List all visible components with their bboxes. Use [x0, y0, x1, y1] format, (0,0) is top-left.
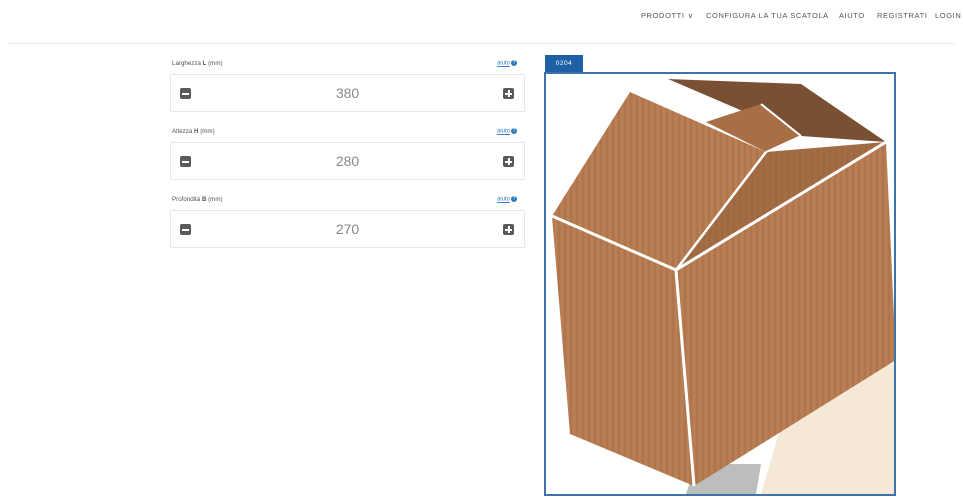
width-help-link[interactable]: aiuto?: [497, 60, 518, 67]
box-model-tab[interactable]: 0204: [545, 55, 583, 72]
height-decrement-button[interactable]: [180, 156, 191, 167]
depth-label: Profondità B (mm): [172, 196, 223, 203]
nav-prodotti-label: PRODOTTI: [641, 11, 685, 20]
nav-registrati[interactable]: REGISTRATI: [877, 11, 927, 20]
width-decrement-button[interactable]: [180, 88, 191, 99]
depth-help-link[interactable]: aiuto?: [497, 196, 518, 203]
height-increment-button[interactable]: [503, 156, 514, 167]
nav-prodotti[interactable]: PRODOTTI ∨: [641, 11, 694, 20]
help-icon: ?: [511, 128, 518, 134]
width-value[interactable]: 380: [231, 85, 464, 101]
width-stepper[interactable]: 380: [170, 74, 525, 112]
help-icon: ?: [511, 60, 518, 66]
height-value[interactable]: 280: [231, 153, 464, 169]
box-3d-preview[interactable]: [544, 72, 896, 496]
nav-login[interactable]: LOGIN: [935, 11, 961, 20]
height-stepper[interactable]: 280: [170, 142, 525, 180]
header-divider: [8, 43, 956, 44]
top-navigation: PRODOTTI ∨ CONFIGURA LA TUA SCATOLA AIUTO…: [0, 0, 963, 36]
width-label: Larghezza L (mm): [172, 60, 223, 67]
nav-aiuto[interactable]: AIUTO: [839, 11, 865, 20]
height-help-link[interactable]: aiuto?: [497, 128, 518, 135]
depth-stepper[interactable]: 270: [170, 210, 525, 248]
help-icon: ?: [511, 196, 518, 202]
nav-configura[interactable]: CONFIGURA LA TUA SCATOLA: [706, 11, 829, 20]
depth-decrement-button[interactable]: [180, 224, 191, 235]
chevron-down-icon: ∨: [687, 11, 694, 20]
depth-value[interactable]: 270: [231, 221, 464, 237]
height-label: Altezza H (mm): [172, 128, 215, 135]
cardboard-box-illustration: [551, 79, 894, 494]
depth-increment-button[interactable]: [503, 224, 514, 235]
width-increment-button[interactable]: [503, 88, 514, 99]
